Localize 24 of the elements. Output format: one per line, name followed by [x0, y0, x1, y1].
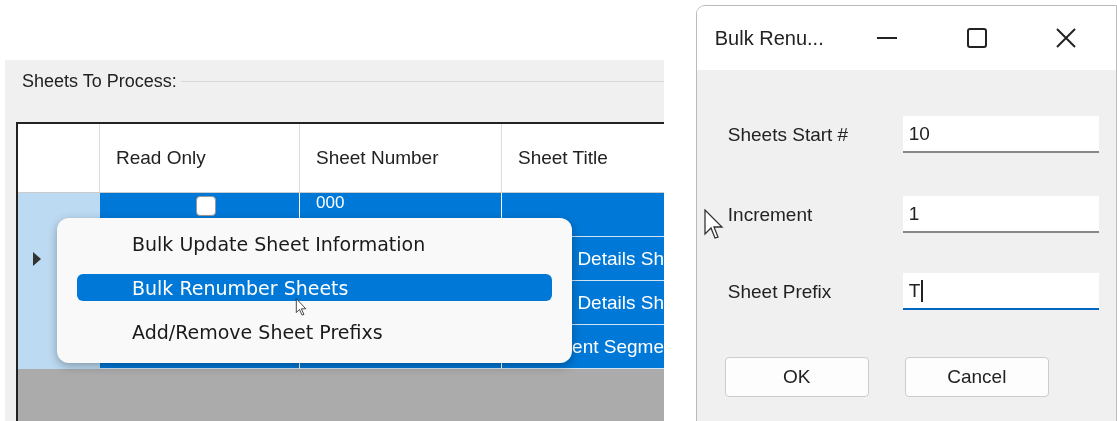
cancel-button[interactable]: Cancel — [904, 357, 1049, 397]
table-cell: Details Sh — [577, 291, 664, 314]
column-header[interactable]: Sheet Number — [300, 124, 502, 192]
window-title: Bulk Renu... — [714, 26, 825, 50]
close-icon[interactable] — [1054, 27, 1077, 49]
input-field[interactable]: T — [902, 273, 1099, 310]
table-cell: ent Segme — [572, 335, 664, 358]
table-cell: 000 — [316, 193, 345, 213]
menu-item[interactable]: Bulk Renumber Sheets — [77, 274, 552, 301]
table-cell: Details Sh — [577, 247, 664, 270]
menu-item[interactable]: Add/Remove Sheet Prefixs — [77, 318, 552, 345]
checkbox[interactable] — [195, 195, 216, 216]
field-label: Increment — [727, 203, 814, 226]
column-header[interactable]: Read Only — [100, 124, 300, 192]
maximize-icon[interactable] — [965, 27, 988, 49]
cursor-icon — [703, 209, 726, 241]
input-field[interactable]: 10 — [902, 116, 1099, 153]
ok-button[interactable]: OK — [724, 357, 869, 397]
group-label: Sheets To Process: — [22, 70, 177, 92]
field-label: Sheets Start # — [727, 123, 850, 146]
field-label: Sheet Prefix — [727, 280, 833, 303]
cursor-icon — [295, 298, 309, 317]
input-field[interactable]: 1 — [902, 196, 1099, 233]
column-header[interactable]: Sheet Title — [502, 124, 664, 192]
